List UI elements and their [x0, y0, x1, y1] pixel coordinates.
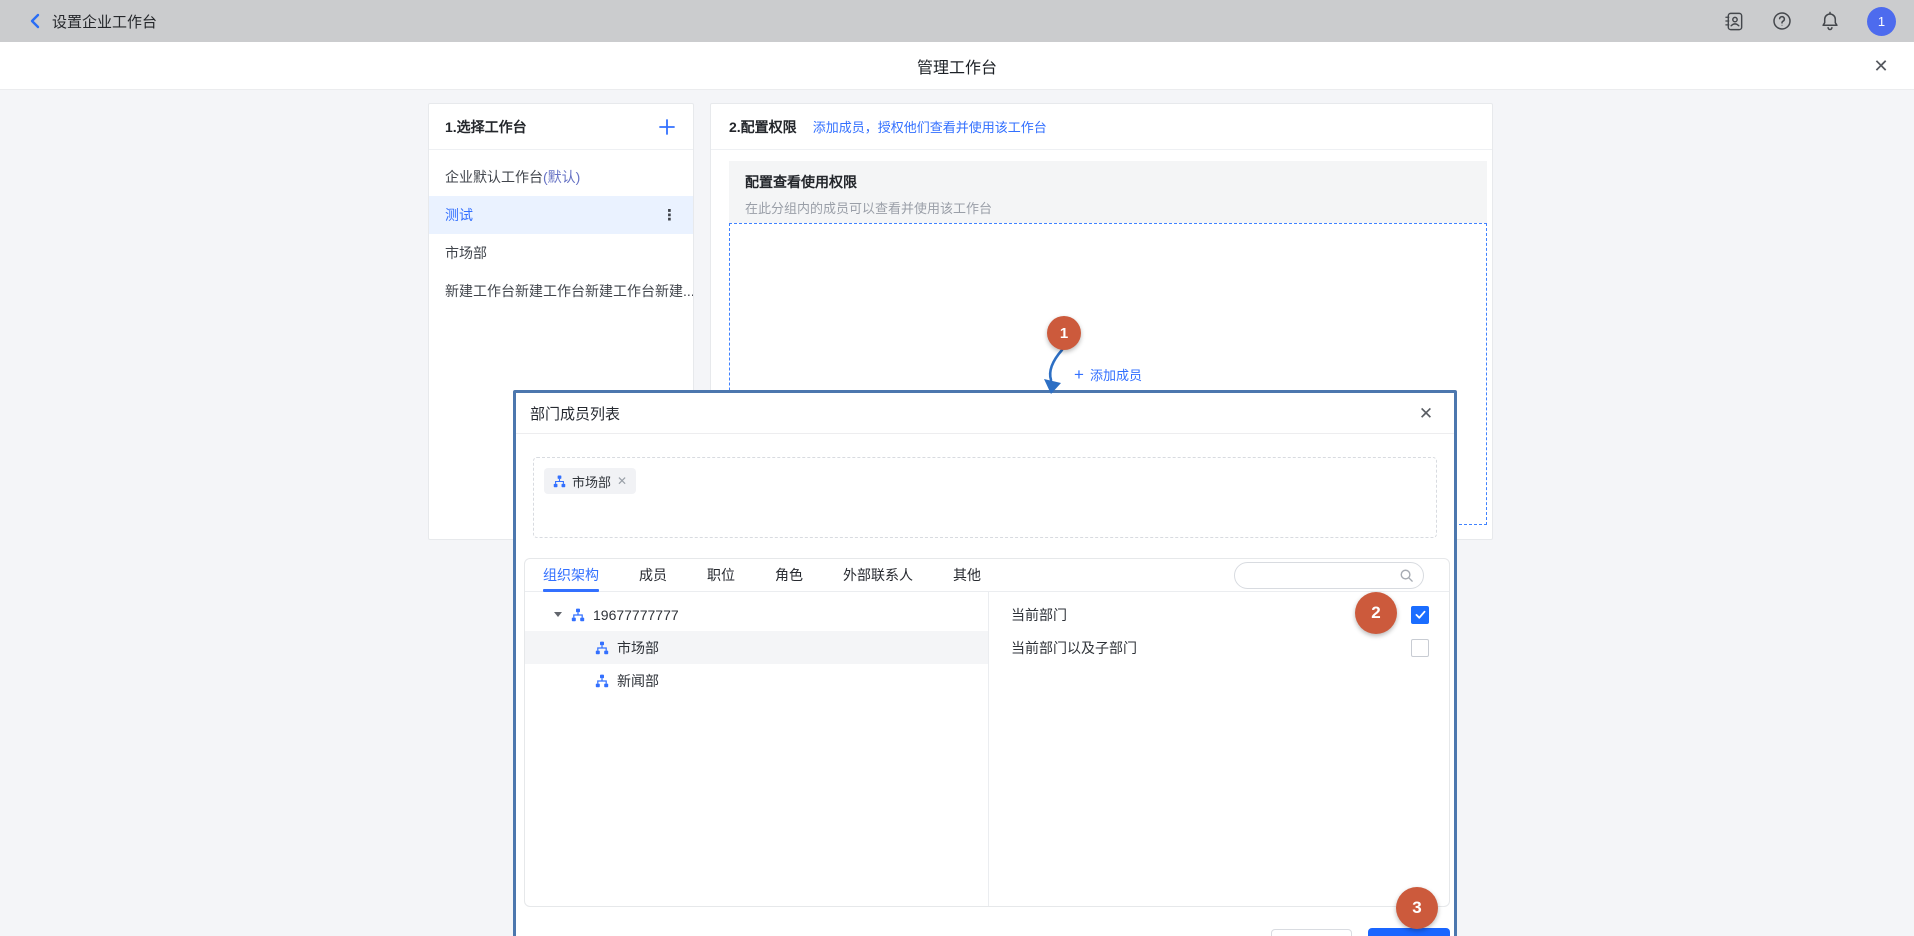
tab-positions[interactable]: 职位	[707, 559, 735, 592]
tree-node-company[interactable]: 19677777777	[525, 598, 988, 631]
contacts-icon[interactable]	[1723, 10, 1745, 32]
permission-hint: 添加成员，授权他们查看并使用该工作台	[813, 117, 1047, 136]
department-member-dialog: 部门成员列表 ✕ 市场部 ✕ 组织架构 成员 职位 角色 外部联系人 其他	[513, 390, 1457, 936]
page-title: 管理工作台	[0, 42, 1914, 90]
workspace-list: 企业默认工作台(默认) 测试 ⋮ 市场部 新建工作台新建工作台新建工作台新建..…	[429, 150, 693, 310]
search-box	[1234, 562, 1424, 589]
picker-content: 组织架构 成员 职位 角色 外部联系人 其他	[524, 558, 1450, 907]
permission-panel-title: 2.配置权限	[729, 117, 797, 137]
tree-node-label: 新闻部	[617, 671, 659, 691]
back-chevron-icon	[28, 12, 42, 30]
option-label: 当前部门	[1011, 605, 1067, 625]
selected-tag-label: 市场部	[572, 472, 611, 491]
dialog-title: 部门成员列表	[530, 403, 620, 424]
tab-roles[interactable]: 角色	[775, 559, 803, 592]
tab-others[interactable]: 其他	[953, 559, 981, 592]
view-permission-section: 配置查看使用权限 在此分组内的成员可以查看并使用该工作台	[729, 161, 1487, 223]
workspace-item[interactable]: 市场部	[429, 234, 693, 272]
add-workspace-button[interactable]	[657, 117, 677, 137]
step-badge-3: 3	[1396, 887, 1438, 929]
workspace-panel-header: 1.选择工作台	[429, 104, 693, 150]
more-options-icon[interactable]: ⋮	[662, 206, 677, 224]
tab-org-structure[interactable]: 组织架构	[543, 559, 599, 592]
dialog-close-icon[interactable]: ✕	[1416, 403, 1436, 423]
back-button[interactable]: 设置企业工作台	[28, 11, 157, 32]
page-close-icon[interactable]: ✕	[1870, 55, 1892, 77]
titlebar: 管理工作台 ✕	[0, 42, 1914, 90]
tab-members[interactable]: 成员	[639, 559, 667, 592]
workspace-item-selected[interactable]: 测试 ⋮	[429, 196, 693, 234]
permission-panel-header: 2.配置权限 添加成员，授权他们查看并使用该工作台	[711, 104, 1492, 150]
caret-down-icon[interactable]	[554, 612, 562, 617]
picker-body: 19677777777 市场部	[525, 592, 1449, 906]
bell-icon[interactable]	[1819, 10, 1841, 32]
tree-node-label: 市场部	[617, 638, 659, 658]
workspace-item-default[interactable]: 企业默认工作台(默认)	[429, 158, 693, 196]
tab-external-contacts[interactable]: 外部联系人	[843, 559, 913, 592]
department-icon	[595, 674, 609, 688]
workspace-item-label: 新建工作台新建工作台新建工作台新建...	[445, 281, 693, 301]
remove-tag-icon[interactable]: ✕	[617, 475, 627, 487]
workspace-item-label: 市场部	[445, 243, 487, 263]
confirm-button[interactable]	[1368, 928, 1450, 936]
back-label: 设置企业工作台	[52, 11, 157, 32]
topbar: 设置企业工作台 1	[0, 0, 1914, 42]
step-badge-2: 2	[1355, 592, 1397, 634]
selected-members-box: 市场部 ✕	[533, 457, 1437, 538]
search-input[interactable]	[1234, 562, 1424, 589]
tree-node-label: 19677777777	[593, 607, 679, 623]
topbar-actions: 1	[1723, 0, 1896, 42]
selected-department-tag: 市场部 ✕	[544, 468, 636, 494]
department-icon	[571, 608, 585, 622]
cancel-button[interactable]	[1271, 929, 1352, 936]
department-options: 当前部门 当前部门以及子部门	[989, 592, 1449, 906]
workspace-item-label: 测试	[445, 205, 473, 225]
checkbox-current-department[interactable]	[1411, 606, 1429, 624]
dialog-header: 部门成员列表 ✕	[516, 393, 1454, 434]
step-badge-1: 1	[1047, 316, 1081, 350]
checkbox-current-and-sub-departments[interactable]	[1411, 639, 1429, 657]
department-icon	[553, 475, 566, 488]
picker-tabs: 组织架构 成员 职位 角色 外部联系人 其他	[525, 559, 1449, 592]
view-permission-desc: 在此分组内的成员可以查看并使用该工作台	[745, 198, 1471, 217]
workspace-item-label: 企业默认工作台	[445, 167, 543, 187]
department-icon	[595, 641, 609, 655]
view-permission-title: 配置查看使用权限	[745, 172, 1471, 192]
org-tree: 19677777777 市场部	[525, 592, 989, 906]
step1-arrow	[1020, 300, 1100, 400]
tree-node-news[interactable]: 新闻部	[525, 664, 988, 697]
workspace-panel-title: 1.选择工作台	[445, 117, 527, 137]
workspace-default-suffix: (默认)	[543, 167, 580, 187]
option-current-and-sub-departments: 当前部门以及子部门	[989, 631, 1449, 664]
tree-node-marketing[interactable]: 市场部	[525, 631, 988, 664]
workspace-item[interactable]: 新建工作台新建工作台新建工作台新建...	[429, 272, 693, 310]
option-label: 当前部门以及子部门	[1011, 638, 1137, 658]
avatar[interactable]: 1	[1867, 7, 1896, 36]
help-icon[interactable]	[1771, 10, 1793, 32]
